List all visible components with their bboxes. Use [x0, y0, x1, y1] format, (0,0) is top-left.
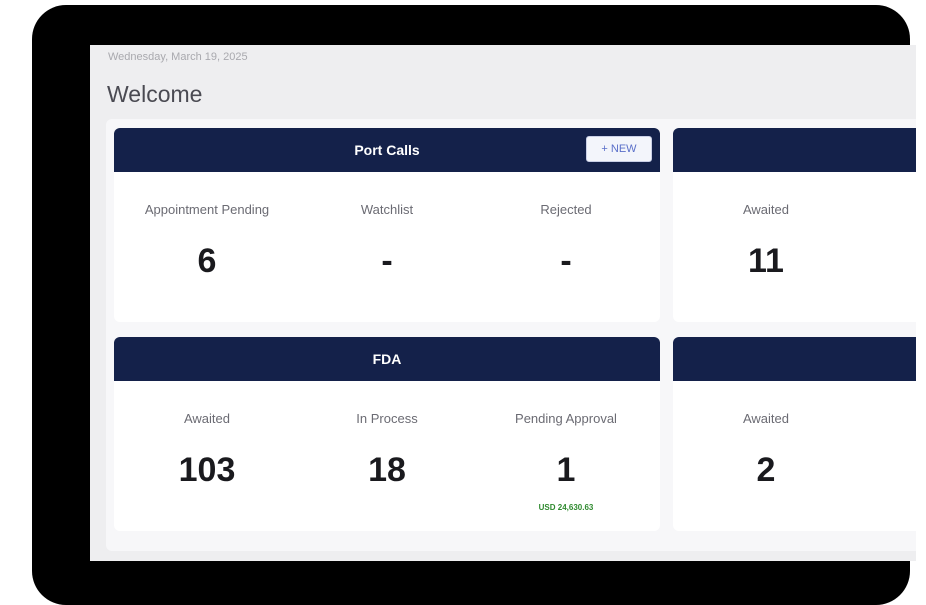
port-calls-title: Port Calls [354, 142, 420, 158]
stat-label: Awaited [183, 411, 230, 426]
stat-value: 6 [197, 242, 217, 280]
dashboard-panel: Port Calls + NEW Appointment Pending 6 W… [106, 119, 916, 551]
port-calls-card: Port Calls + NEW Appointment Pending 6 W… [114, 128, 660, 322]
pending-approval-amount: USD 24,630.63 [538, 503, 594, 512]
top-right-body: Awaited 11 [673, 172, 916, 322]
fda-card: FDA Awaited 103 In Process 18 Pending Ap… [114, 337, 660, 531]
bottom-right-body: Awaited 2 [673, 381, 916, 531]
fda-title: FDA [372, 351, 402, 367]
stat-value: - [381, 242, 393, 280]
new-port-call-button[interactable]: + NEW [586, 136, 652, 162]
fda-header: FDA [114, 337, 660, 381]
stat-value: 1 [556, 451, 576, 489]
stat-value: - [560, 242, 572, 280]
stat-value: 103 [178, 451, 236, 489]
stat-label: Rejected [540, 202, 592, 217]
page-title: Welcome [107, 81, 203, 107]
bottom-right-card: Awaited 2 [673, 337, 916, 531]
top-right-card: Awaited 11 [673, 128, 916, 322]
stat-value: 2 [756, 451, 776, 489]
stat-label: In Process [356, 411, 418, 426]
stat-label: Watchlist [360, 202, 414, 217]
stat-value: 18 [368, 451, 406, 489]
app-screen: Wednesday, March 19, 2025 Welcome Port C… [90, 45, 916, 561]
fda-body: Awaited 103 In Process 18 Pending Approv… [114, 381, 660, 531]
port-calls-body: Appointment Pending 6 Watchlist - Reject… [114, 172, 660, 322]
stat-label: Awaited [742, 202, 789, 217]
stat-label: Pending Approval [515, 411, 617, 426]
stat-label: Awaited [742, 411, 789, 426]
bottom-right-header [673, 337, 916, 381]
port-calls-header: Port Calls + NEW [114, 128, 660, 172]
top-right-header [673, 128, 916, 172]
stat-value: 11 [748, 242, 784, 280]
stat-label: Appointment Pending [144, 202, 270, 217]
device-frame: Wednesday, March 19, 2025 Welcome Port C… [32, 5, 916, 605]
current-date: Wednesday, March 19, 2025 [108, 51, 248, 63]
